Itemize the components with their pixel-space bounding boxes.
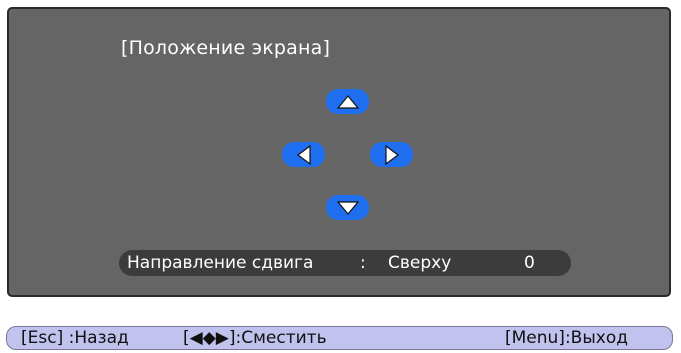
key-help-bar: [Esc] :Назад [◀◆▶]:Сместить [Menu]:Выход xyxy=(6,326,673,350)
shift-direction-value: Сверху xyxy=(388,253,452,273)
shift-left-button[interactable] xyxy=(282,142,325,167)
arrow-left-icon xyxy=(296,144,311,165)
shift-direction-label: Направление сдвига xyxy=(127,253,314,273)
screen: [Положение экрана] Направление сдвига : xyxy=(0,0,681,353)
status-separator: : xyxy=(360,253,366,273)
screen-position-panel: [Положение экрана] Направление сдвига : xyxy=(7,7,671,297)
arrow-up-icon xyxy=(336,94,359,109)
shift-amount-value: 0 xyxy=(524,253,535,273)
shift-up-button[interactable] xyxy=(326,89,369,114)
shift-right-button[interactable] xyxy=(370,142,413,167)
arrow-right-icon xyxy=(384,144,399,165)
shift-down-button[interactable] xyxy=(326,195,369,220)
shift-direction-status: Направление сдвига : Сверху 0 xyxy=(119,250,571,276)
esc-back-hint[interactable]: [Esc] :Назад xyxy=(21,327,129,349)
menu-exit-hint[interactable]: [Menu]:Выход xyxy=(505,327,628,349)
move-hint: [◀◆▶]:Сместить xyxy=(183,328,327,348)
arrow-down-icon xyxy=(336,200,359,215)
panel-title: [Положение экрана] xyxy=(121,37,331,59)
